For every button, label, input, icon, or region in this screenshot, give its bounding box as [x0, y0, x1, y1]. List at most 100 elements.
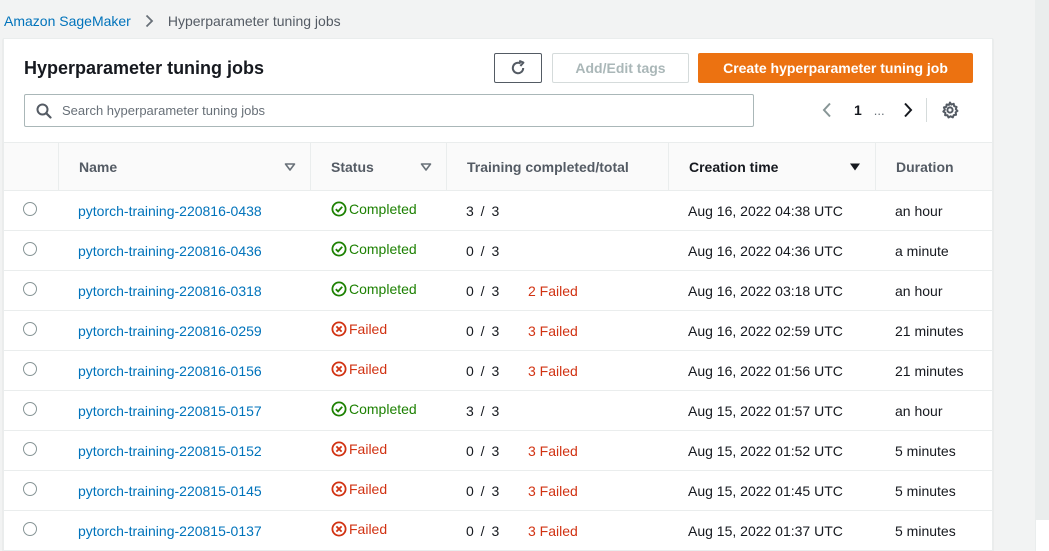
table-row[interactable]: pytorch-training-220815-0157 Completed 3 /…	[4, 390, 992, 431]
training-count: 0 / 3	[466, 362, 500, 379]
name-cell: pytorch-training-220816-0156	[58, 350, 310, 391]
breadcrumb-link-sagemaker[interactable]: Amazon SageMaker	[4, 13, 131, 29]
page-scrollbar-thumb[interactable]	[1035, 0, 1049, 520]
table-row[interactable]: pytorch-training-220816-0156 Failed 0 / 3 3…	[4, 350, 992, 391]
check-circle-icon	[331, 281, 347, 297]
chevron-right-icon	[145, 14, 154, 28]
x-circle-icon	[331, 521, 347, 537]
column-header-creation-time[interactable]: Creation time	[668, 142, 875, 191]
table-row[interactable]: pytorch-training-220816-0436 Completed 0 /…	[4, 230, 992, 271]
gear-icon[interactable]	[941, 101, 959, 119]
status-text: Completed	[349, 281, 417, 297]
row-select-radio[interactable]	[23, 522, 37, 536]
training-count: 3 / 3	[466, 202, 500, 219]
status-badge: Completed	[331, 241, 417, 257]
table-row[interactable]: pytorch-training-220815-0152 Failed 0 / 3 3…	[4, 430, 992, 471]
job-name-link[interactable]: pytorch-training-220816-0156	[78, 363, 262, 379]
name-cell: pytorch-training-220816-0259	[58, 310, 310, 351]
add-edit-tags-button[interactable]: Add/Edit tags	[552, 53, 689, 83]
job-name-link[interactable]: pytorch-training-220816-0438	[78, 203, 262, 219]
table-row[interactable]: pytorch-training-220815-0137 Failed 0 / 3 3…	[4, 510, 992, 551]
training-count: 3 / 3	[466, 402, 500, 419]
row-select-radio[interactable]	[23, 402, 37, 416]
job-name-link[interactable]: pytorch-training-220815-0137	[78, 523, 262, 539]
row-select-radio[interactable]	[23, 202, 37, 216]
table-row[interactable]: pytorch-training-220816-0259 Failed 0 / 3 3…	[4, 310, 992, 351]
status-text: Completed	[349, 241, 417, 257]
status-badge: Failed	[331, 321, 387, 337]
row-select-radio[interactable]	[23, 442, 37, 456]
x-circle-icon	[331, 321, 347, 337]
search-input[interactable]	[62, 103, 702, 118]
status-cell: Completed	[310, 190, 446, 231]
table-row[interactable]: pytorch-training-220815-0145 Failed 0 / 3 3…	[4, 470, 992, 511]
duration-cell: 5 minutes	[875, 470, 992, 511]
training-cell: 3 / 3	[446, 390, 668, 431]
row-select-radio[interactable]	[23, 282, 37, 296]
failed-count: 3 Failed	[528, 522, 578, 539]
check-circle-icon	[331, 401, 347, 417]
table-body: pytorch-training-220816-0438 Completed 3 /…	[4, 190, 992, 551]
training-count: 0 / 3	[466, 282, 500, 299]
breadcrumb-current: Hyperparameter tuning jobs	[167, 13, 341, 29]
create-tuning-job-button[interactable]: Create hyperparameter tuning job	[698, 53, 973, 83]
caret-down-filled-icon[interactable]	[849, 162, 861, 172]
duration-cell: an hour	[875, 190, 992, 231]
page-title: Hyperparameter tuning jobs	[24, 58, 265, 78]
column-label-duration: Duration	[896, 158, 954, 175]
breadcrumb: Amazon SageMaker Hyperparameter tuning j…	[4, 13, 341, 29]
failed-count: 2 Failed	[528, 282, 578, 299]
row-select-radio[interactable]	[23, 482, 37, 496]
row-select-radio[interactable]	[23, 362, 37, 376]
page-scrollbar[interactable]	[1035, 0, 1049, 551]
job-name-link[interactable]: pytorch-training-220815-0152	[78, 443, 262, 459]
duration-cell: 21 minutes	[875, 310, 992, 351]
status-badge: Completed	[331, 281, 417, 297]
duration-cell: 21 minutes	[875, 350, 992, 391]
row-select-radio[interactable]	[23, 242, 37, 256]
training-count: 0 / 3	[466, 322, 500, 339]
status-cell: Failed	[310, 310, 446, 351]
refresh-button[interactable]	[494, 53, 542, 83]
training-cell: 0 / 3 3 Failed	[446, 430, 668, 471]
name-cell: pytorch-training-220815-0145	[58, 470, 310, 511]
refresh-icon	[509, 59, 527, 77]
duration-cell: 5 minutes	[875, 430, 992, 471]
duration-cell: an hour	[875, 390, 992, 431]
column-header-status[interactable]: Status	[310, 142, 446, 191]
status-badge: Failed	[331, 361, 387, 377]
table-row[interactable]: pytorch-training-220816-0318 Completed 0 /…	[4, 270, 992, 311]
search-icon	[36, 103, 52, 119]
select-cell	[4, 310, 58, 351]
page-ellipsis: ...	[873, 102, 885, 118]
select-cell	[4, 390, 58, 431]
search-field[interactable]	[24, 94, 754, 127]
column-header-name[interactable]: Name	[58, 142, 310, 191]
x-circle-icon	[331, 481, 347, 497]
failed-count: 3 Failed	[528, 322, 578, 339]
name-cell: pytorch-training-220815-0137	[58, 510, 310, 551]
page-number-current[interactable]: 1	[854, 102, 862, 118]
job-name-link[interactable]: pytorch-training-220816-0436	[78, 243, 262, 259]
table-row[interactable]: pytorch-training-220816-0438 Completed 3 /…	[4, 190, 992, 231]
status-text: Failed	[349, 361, 388, 377]
training-count: 0 / 3	[466, 482, 500, 499]
duration-cell: an hour	[875, 270, 992, 311]
status-text: Failed	[349, 521, 388, 537]
name-cell: pytorch-training-220816-0436	[58, 230, 310, 271]
creation-time-cell: Aug 16, 2022 04:38 UTC	[668, 190, 875, 231]
previous-page-icon[interactable]	[819, 102, 835, 118]
check-circle-icon	[331, 241, 347, 257]
job-name-link[interactable]: pytorch-training-220816-0318	[78, 283, 262, 299]
pagination: 1 ...	[819, 97, 959, 123]
job-name-link[interactable]: pytorch-training-220815-0157	[78, 403, 262, 419]
caret-down-outline-icon[interactable]	[420, 162, 432, 172]
creation-time-cell: Aug 16, 2022 02:59 UTC	[668, 310, 875, 351]
job-name-link[interactable]: pytorch-training-220816-0259	[78, 323, 262, 339]
creation-time-cell: Aug 15, 2022 01:52 UTC	[668, 430, 875, 471]
caret-down-outline-icon[interactable]	[284, 162, 296, 172]
next-page-icon[interactable]	[900, 102, 916, 118]
row-select-radio[interactable]	[23, 322, 37, 336]
job-name-link[interactable]: pytorch-training-220815-0145	[78, 483, 262, 499]
select-cell	[4, 470, 58, 511]
